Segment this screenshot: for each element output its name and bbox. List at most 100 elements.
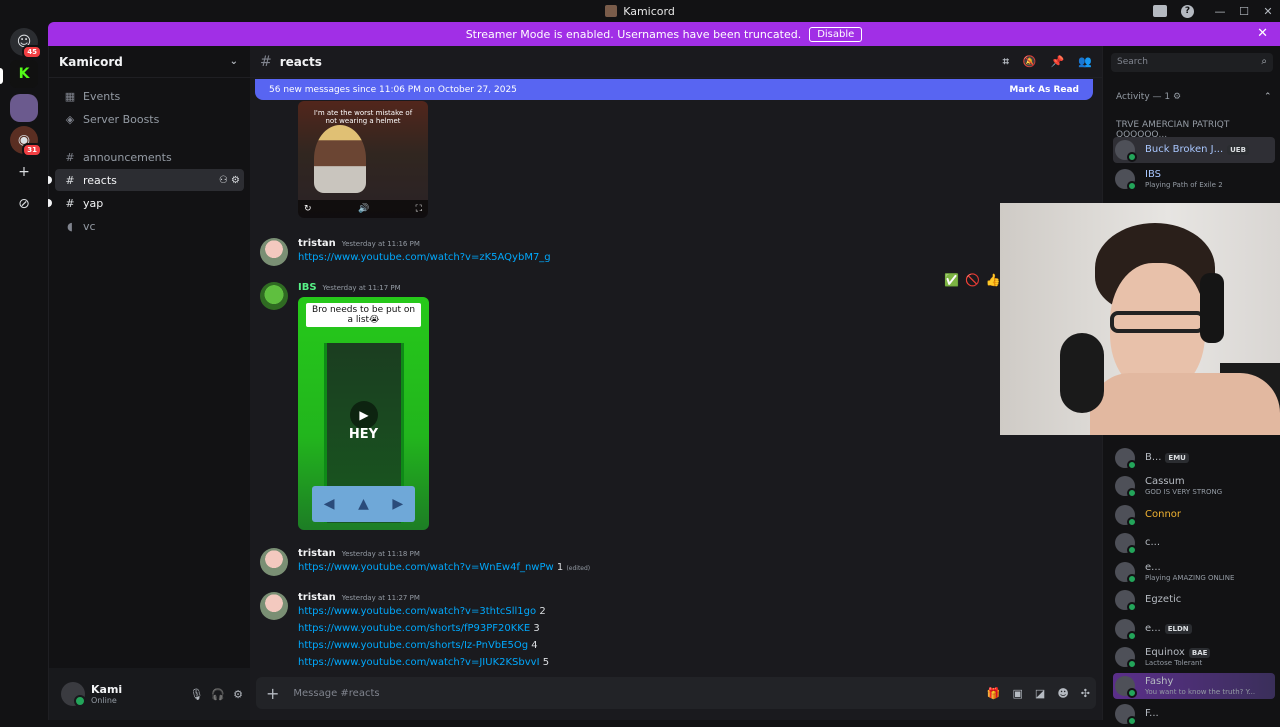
- video-thumbnail: [314, 125, 366, 193]
- avatar[interactable]: [260, 548, 288, 576]
- message-link[interactable]: https://www.youtube.com/shorts/Iz-PnVbE5…: [298, 640, 538, 651]
- sticker-icon[interactable]: ◪: [1035, 687, 1045, 700]
- headphones-icon[interactable]: 🎧: [211, 688, 225, 701]
- message-link[interactable]: https://www.youtube.com/watch?v=zK5AQybM…: [298, 252, 551, 263]
- hash-icon: #: [65, 173, 75, 187]
- search-input[interactable]: Search ⌕: [1111, 53, 1273, 72]
- member-activity: GOD IS VERY STRONG: [1145, 488, 1223, 496]
- maximize-button[interactable]: ☐: [1232, 5, 1256, 18]
- member-item[interactable]: Connor: [1113, 502, 1275, 528]
- avatar: [1115, 704, 1137, 726]
- members-icon[interactable]: 👥: [1078, 55, 1092, 69]
- avatar[interactable]: [260, 592, 288, 620]
- inbox-icon[interactable]: [1153, 5, 1167, 17]
- message: tristan Yesterday at 11:27 PM https://www…: [250, 590, 1102, 680]
- avatar: [1115, 619, 1137, 641]
- threads-icon[interactable]: ⌗: [1003, 55, 1009, 69]
- play-icon[interactable]: ▶: [350, 401, 378, 429]
- gif-icon[interactable]: ▣: [1013, 687, 1023, 700]
- member-item[interactable]: B... EMU: [1113, 445, 1275, 471]
- home-button[interactable]: ☺ 45: [10, 28, 42, 59]
- message-author[interactable]: IBS Yesterday at 11:17 PM: [298, 282, 401, 293]
- nav-events[interactable]: ▦ Events: [55, 85, 244, 107]
- bell-icon[interactable]: 🔕: [1023, 55, 1037, 69]
- message-link[interactable]: https://www.youtube.com/shorts/fP93PF20K…: [298, 623, 540, 634]
- discover-button[interactable]: ⊘: [10, 190, 38, 218]
- channel-announcements[interactable]: # announcements: [55, 146, 244, 168]
- member-item[interactable]: Buck Broken J... UEB: [1113, 137, 1275, 163]
- replay-icon[interactable]: ↻: [304, 204, 312, 214]
- apps-icon[interactable]: ✣: [1081, 687, 1090, 700]
- activity-header[interactable]: Activity — 1 ⚙ ⌃: [1116, 92, 1272, 102]
- calendar-icon: ▦: [64, 89, 76, 103]
- channel-settings-icons[interactable]: ⚇ ⚙: [219, 175, 240, 186]
- message-timestamp: Yesterday at 11:27 PM: [341, 594, 420, 602]
- chevron-down-icon: ⌄: [229, 56, 238, 67]
- member-item[interactable]: F...: [1113, 701, 1275, 727]
- gear-icon[interactable]: ⚙: [233, 688, 243, 701]
- message-link[interactable]: https://www.youtube.com/watch?v=WnEw4f_n…: [298, 562, 590, 573]
- streamer-mode-banner: Streamer Mode is enabled. Usernames have…: [48, 22, 1280, 46]
- search-icon: ⌕: [1261, 56, 1267, 67]
- member-activity: Playing AMAZING ONLINE: [1145, 574, 1235, 582]
- disable-streamer-button[interactable]: Disable: [809, 26, 863, 42]
- composer-placeholder[interactable]: Message #reacts: [293, 688, 379, 699]
- gift-icon[interactable]: 🎁: [987, 687, 1001, 700]
- member-item[interactable]: Fashy You want to know the truth? Y...: [1113, 673, 1275, 699]
- avatar: [1115, 590, 1137, 612]
- member-name: Fashy: [1145, 676, 1174, 687]
- video-embed[interactable]: I'm ate the worst mistake of not wearing…: [298, 101, 428, 218]
- member-item[interactable]: e... Playing AMAZING ONLINE: [1113, 559, 1275, 585]
- server-header[interactable]: Kamicord ⌄: [49, 46, 250, 78]
- avatar: [1115, 533, 1137, 555]
- member-item[interactable]: Equinox BAE Lactose Tolerant: [1113, 644, 1275, 670]
- message-author[interactable]: tristan Yesterday at 11:27 PM: [298, 592, 420, 603]
- message-author[interactable]: tristan Yesterday at 11:18 PM: [298, 548, 420, 559]
- channel-vc[interactable]: ◖ vc: [55, 215, 244, 237]
- avatar[interactable]: [61, 682, 86, 707]
- plus-icon[interactable]: +: [266, 684, 279, 703]
- fullscreen-icon[interactable]: ⛶: [416, 204, 422, 214]
- avatar[interactable]: [260, 238, 288, 266]
- member-item[interactable]: e... ELDN: [1113, 616, 1275, 642]
- member-name: Equinox BAE: [1145, 647, 1211, 658]
- pin-icon[interactable]: 📌: [1051, 55, 1065, 69]
- emoji-icon[interactable]: ☻: [1057, 687, 1068, 700]
- channel-yap[interactable]: # yap: [48, 192, 244, 214]
- guild-kamicord[interactable]: [10, 94, 38, 122]
- app-icon: [605, 5, 618, 17]
- close-icon[interactable]: ✕: [1257, 26, 1268, 41]
- member-name: e...: [1145, 562, 1161, 573]
- message-composer[interactable]: + Message #reacts 🎁 ▣ ◪ ☻ ✣: [256, 677, 1096, 709]
- microphone-icon: [1060, 333, 1104, 413]
- nav-server-boosts[interactable]: ◈ Server Boosts: [55, 108, 244, 130]
- message-link[interactable]: https://www.youtube.com/watch?v=3thtcSll…: [298, 606, 546, 617]
- member-item[interactable]: c...: [1113, 530, 1275, 556]
- chevron-up-icon[interactable]: ⌃: [1264, 92, 1272, 102]
- channel-label: announcements: [83, 150, 172, 164]
- guild-kick[interactable]: K: [10, 60, 38, 88]
- hash-icon: #: [65, 196, 75, 210]
- message-author[interactable]: tristan Yesterday at 11:16 PM: [298, 238, 420, 249]
- channel-sidebar: Kamicord ⌄ ▦ Events ◈ Server Boosts # an…: [48, 46, 251, 720]
- message-link[interactable]: https://www.youtube.com/watch?v=JIUK2KSb…: [298, 657, 549, 670]
- avatar[interactable]: [260, 282, 288, 310]
- close-window-button[interactable]: ✕: [1256, 5, 1280, 18]
- mark-as-read-button[interactable]: Mark As Read: [1009, 85, 1079, 95]
- new-messages-bar[interactable]: 56 new messages since 11:06 PM on Octobe…: [255, 79, 1093, 100]
- chat-area: # reacts ⌗ 🔕 📌 👥 56 new messages since 1…: [250, 46, 1102, 720]
- video-embed[interactable]: Bro needs to be put on a list😭 ▶ HEY ◀ ▲ ▶: [298, 297, 429, 530]
- video-caption: I'm ate the worst mistake of not wearing…: [313, 109, 413, 125]
- member-item[interactable]: Egzetic: [1113, 587, 1275, 613]
- video-controls[interactable]: ↻ 🔊 ⛶: [298, 200, 428, 218]
- header-icons: ⌗ 🔕 📌 👥: [1003, 55, 1092, 69]
- minimize-button[interactable]: —: [1208, 5, 1232, 18]
- volume-icon[interactable]: 🔊: [358, 204, 369, 214]
- microphone-icon[interactable]: 🎙: [189, 688, 203, 701]
- channel-reacts[interactable]: # reacts ⚇ ⚙: [48, 169, 244, 191]
- help-icon[interactable]: ?: [1181, 4, 1194, 18]
- member-item[interactable]: Cassum GOD IS VERY STRONG: [1113, 473, 1275, 499]
- member-item[interactable]: IBS Playing Path of Exile 2: [1113, 166, 1275, 192]
- guild-server-3[interactable]: ◉ 31: [10, 126, 42, 157]
- add-server-button[interactable]: +: [10, 158, 38, 186]
